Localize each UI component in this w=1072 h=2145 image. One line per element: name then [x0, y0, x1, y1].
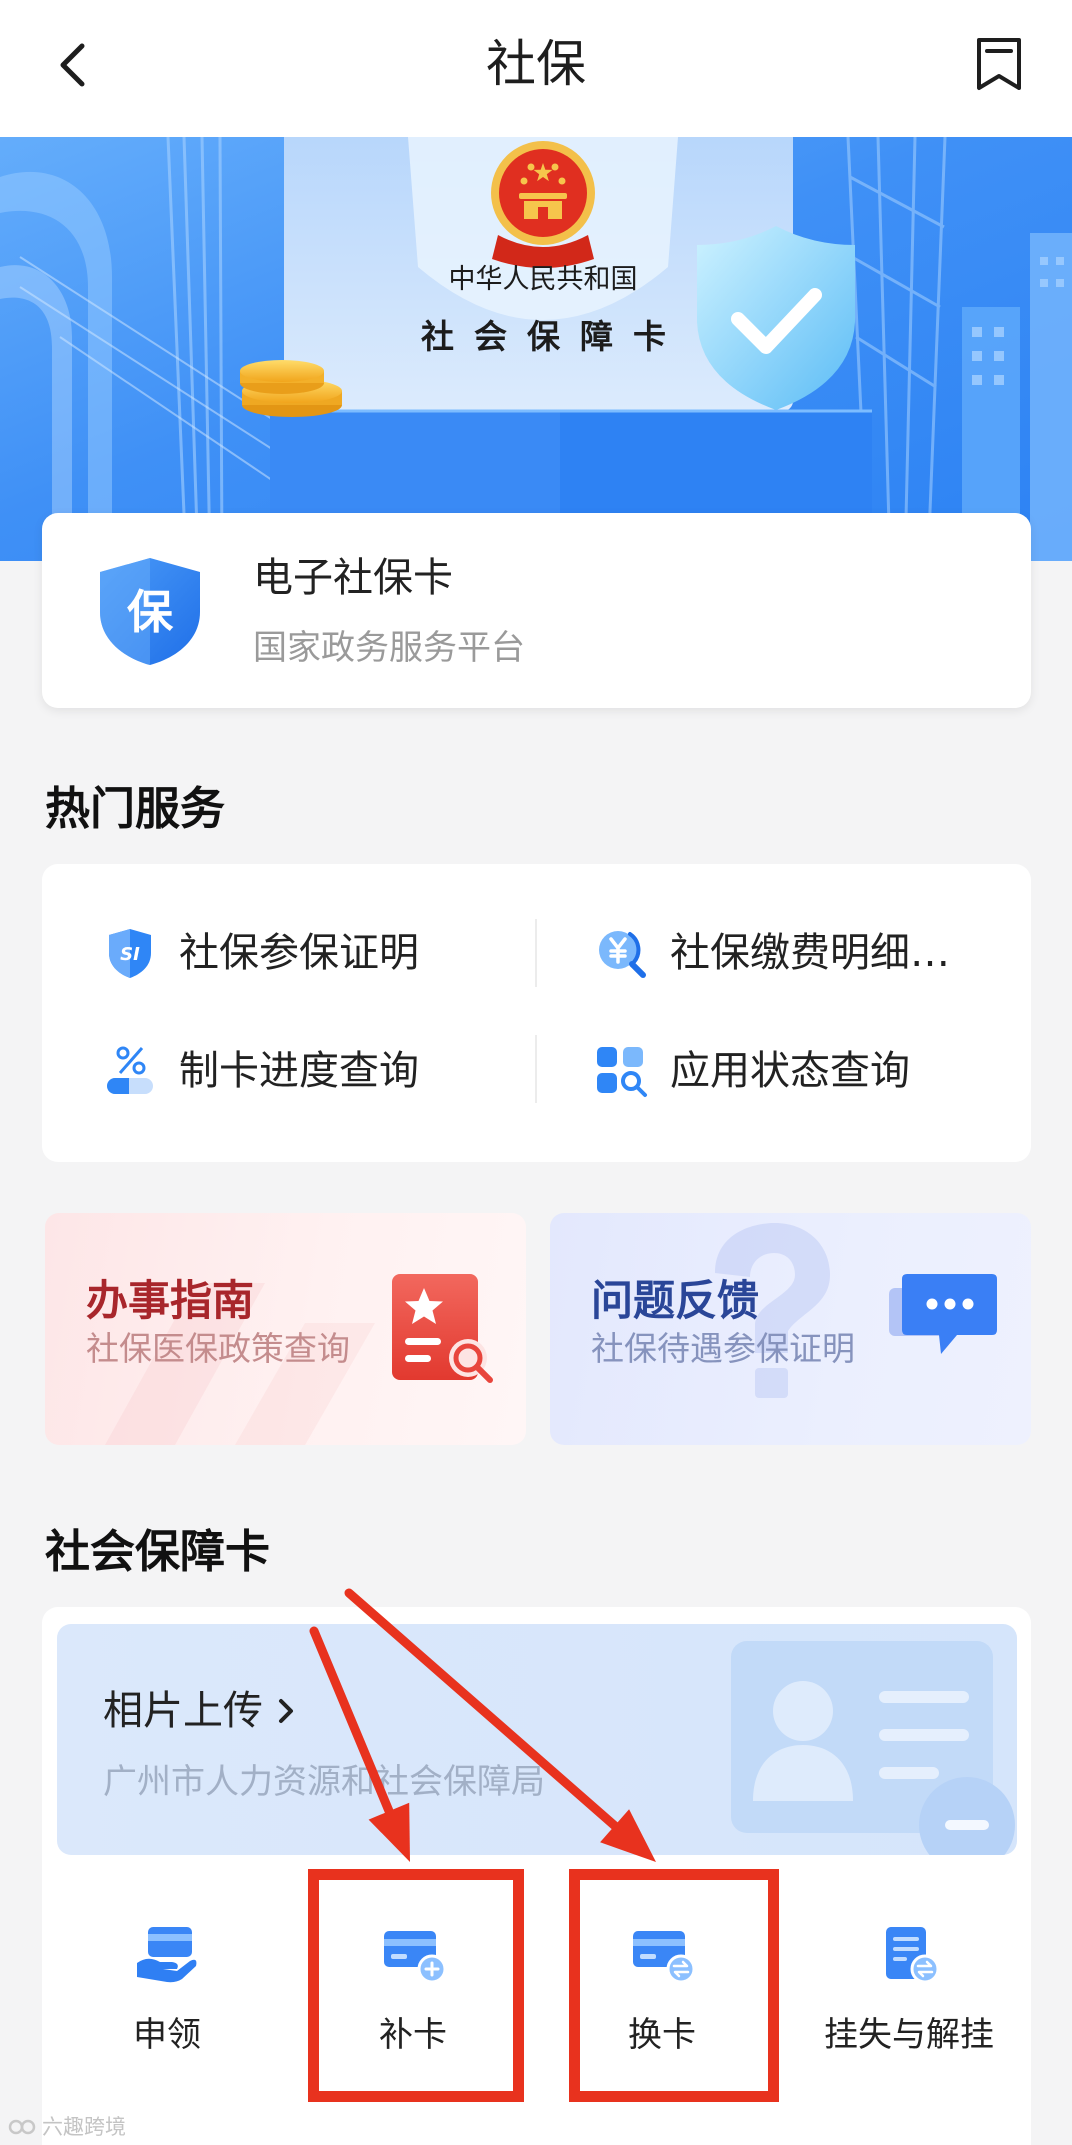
annotation-arrow: [309, 1626, 410, 1862]
top-nav-bar: 社保: [0, 0, 1072, 137]
banner-country-text: 中华人民共和国: [449, 264, 638, 295]
service-guide-card[interactable]: 办事指南 社保医保政策查询: [45, 1213, 526, 1445]
shield-icon-char: 保: [127, 585, 174, 639]
feedback-subtitle: 社保待遇参保证明: [591, 1329, 855, 1368]
divider: [535, 1035, 537, 1103]
yen-search-icon: [599, 931, 646, 978]
action-label: 申领: [133, 2015, 201, 2055]
ecard-subtitle: 国家政务服务平台: [253, 628, 525, 668]
progress-percent-icon: [107, 1046, 153, 1094]
electronic-social-security-card[interactable]: 保 电子社保卡 国家政务服务平台: [42, 513, 1031, 708]
watermark-logo-icon: [8, 2119, 36, 2135]
feedback-card[interactable]: 问题反馈 社保待遇参保证明: [550, 1213, 1031, 1445]
feedback-title: 问题反馈: [591, 1276, 760, 1325]
service-item-insurance-certificate[interactable]: SI 社保参保证明: [83, 926, 523, 980]
guide-title: 办事指南: [86, 1276, 255, 1325]
service-item-label: 社保缴费明细…: [670, 930, 950, 976]
app-grid-search-icon: [597, 1047, 647, 1097]
watermark: 六趣跨境: [8, 2112, 126, 2142]
action-apply[interactable]: 申领: [47, 1925, 287, 2065]
ecard-title: 电子社保卡: [253, 555, 453, 601]
banner-illustration: 中华人民共和国 社会保障卡: [0, 137, 1072, 561]
service-item-label: 制卡进度查询: [179, 1048, 419, 1094]
page-title: 社保: [486, 35, 586, 93]
hand-card-icon: [137, 1927, 197, 1983]
divider: [535, 919, 537, 987]
hot-services-heading: 热门服务: [45, 782, 226, 835]
document-star-search-icon: [392, 1274, 493, 1383]
si-shield-icon: SI: [109, 929, 151, 978]
guide-subtitle: 社保医保政策查询: [86, 1329, 350, 1368]
hot-services-panel: SI 社保参保证明 社保缴费明细… 制卡进度查询 应用状态查询: [42, 864, 1031, 1162]
watermark-text: 六趣跨境: [42, 2115, 126, 2139]
banner-card-text: 社会保障卡: [421, 317, 686, 356]
annotation-box-reissue: [308, 1869, 524, 2102]
si-icon-text: SI: [120, 944, 140, 965]
annotation-arrows: [309, 1588, 656, 1862]
service-item-card-progress[interactable]: 制卡进度查询: [83, 1044, 523, 1098]
shield-icon: 保: [100, 558, 200, 665]
chevron-left-icon: [60, 43, 85, 87]
action-label: 挂失与解挂: [824, 2015, 994, 2055]
document-swap-icon: [886, 1927, 940, 1984]
service-item-application-status[interactable]: 应用状态查询: [574, 1044, 1014, 1098]
annotation-box-replace: [569, 1869, 779, 2102]
action-report-loss[interactable]: 挂失与解挂: [789, 1925, 1029, 2065]
service-item-payment-details[interactable]: 社保缴费明细…: [574, 926, 1014, 980]
service-item-label: 应用状态查询: [670, 1048, 910, 1094]
national-emblem-icon: [491, 141, 595, 268]
back-button[interactable]: [48, 38, 102, 92]
bookmark-icon: [977, 38, 1021, 90]
social-security-card-banner: 中华人民共和国 社会保障卡: [0, 137, 1072, 561]
service-item-label: 社保参保证明: [179, 930, 419, 976]
chat-bubble-icon: [889, 1274, 997, 1354]
bookmark-button[interactable]: [972, 36, 1026, 92]
